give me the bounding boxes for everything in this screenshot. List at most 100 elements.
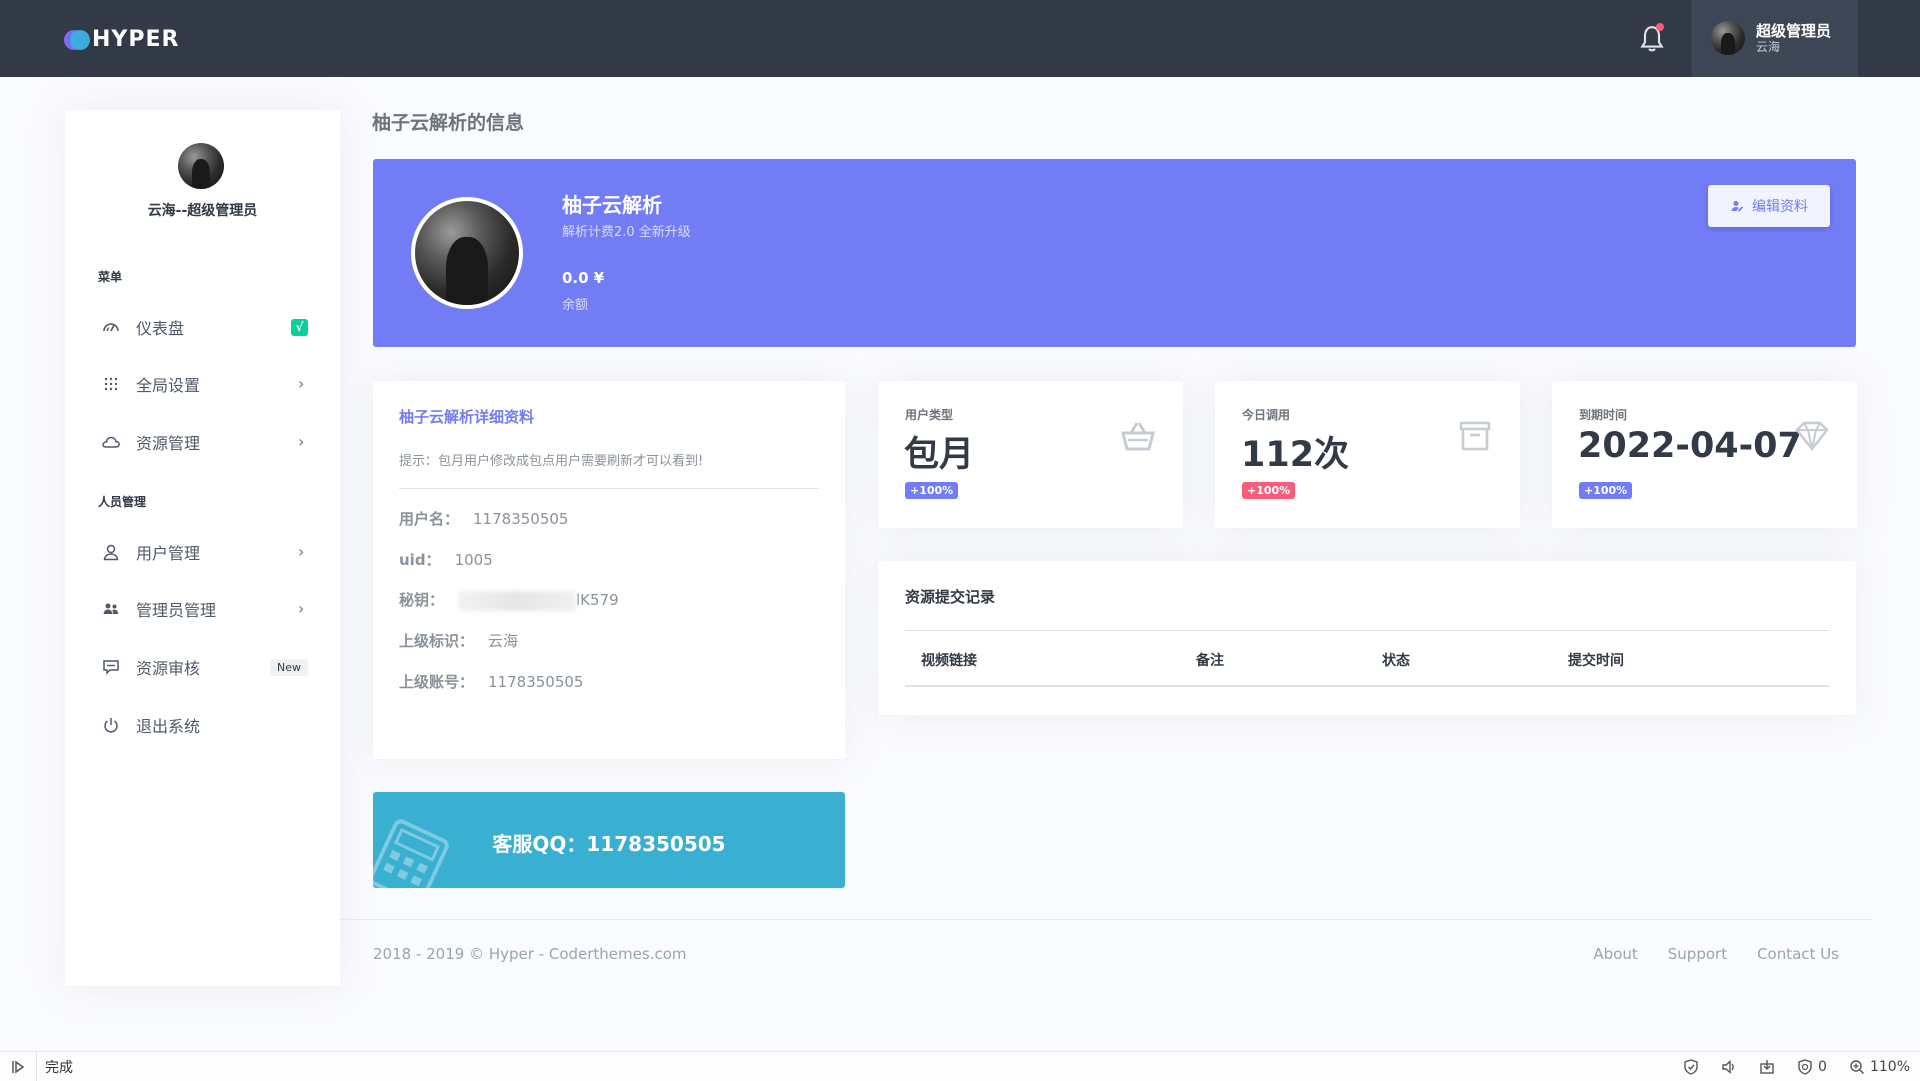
user-menu[interactable]: 超级管理员 云海 bbox=[1692, 0, 1858, 77]
speedometer-icon bbox=[100, 316, 122, 338]
stat-badge: +100% bbox=[1579, 482, 1633, 499]
sidebar-item-resource-management[interactable]: 资源管理 › bbox=[98, 422, 308, 462]
records-card: 资源提交记录 视频链接 备注 状态 提交时间 bbox=[878, 561, 1856, 715]
profile-banner: 柚子云解析 解析计费2.0 全新升级 0.0 ¥ 余额 编辑资料 bbox=[373, 159, 1856, 347]
user-icon bbox=[100, 541, 122, 563]
sidebar-item-label: 资源管理 bbox=[136, 434, 201, 453]
details-card: 柚子云解析详细资料 提示：包月用户修改成包点用户需要刷新才可以看到! 用户名： 1… bbox=[373, 381, 845, 759]
profile-avatar bbox=[411, 197, 523, 309]
sidebar-item-label: 全局设置 bbox=[136, 376, 201, 395]
logo[interactable]: HYPER bbox=[64, 27, 179, 52]
topbar: HYPER 超级管理员 云海 bbox=[0, 0, 1920, 77]
profile-subtitle: 解析计费2.0 全新升级 bbox=[562, 225, 691, 240]
message-icon bbox=[100, 656, 122, 678]
shield-icon[interactable] bbox=[1683, 1058, 1699, 1075]
avatar bbox=[1711, 21, 1745, 55]
adblock-count: 0 bbox=[1818, 1058, 1827, 1075]
notification-dot bbox=[1656, 23, 1664, 31]
detail-label: 上级账号： bbox=[399, 673, 475, 691]
footer-link-support[interactable]: Support bbox=[1668, 945, 1727, 963]
footer-divider bbox=[340, 919, 1872, 920]
support-qq-text: 客服QQ：1178350505 bbox=[492, 832, 726, 856]
redacted-blur bbox=[458, 590, 577, 611]
records-title: 资源提交记录 bbox=[905, 588, 996, 606]
sidebar-item-user-management[interactable]: 用户管理 › bbox=[98, 532, 308, 572]
balance-value: 0.0 ¥ bbox=[562, 269, 605, 287]
divider bbox=[905, 630, 1829, 631]
user-edit-icon bbox=[1731, 201, 1744, 212]
zoom-icon bbox=[1850, 1059, 1864, 1074]
grid-icon bbox=[100, 373, 122, 395]
browser-statusbar: 完成 0 110% bbox=[0, 1051, 1920, 1081]
sidebar-section-people: 人员管理 bbox=[98, 495, 147, 509]
sidebar-item-label: 用户管理 bbox=[136, 544, 201, 563]
logo-text: HYPER bbox=[92, 27, 180, 52]
detail-value: 1178350505 bbox=[473, 510, 569, 528]
sidebar-item-dashboard[interactable]: 仪表盘 √ bbox=[98, 307, 308, 347]
detail-value: lK579 bbox=[576, 591, 619, 609]
stat-label: 到期时间 bbox=[1579, 408, 1628, 422]
sidebar-item-label: 管理员管理 bbox=[136, 601, 217, 620]
detail-row-secret: 秘钥： lK579 bbox=[399, 589, 619, 611]
stat-value: 112次 bbox=[1241, 435, 1350, 475]
play-icon[interactable] bbox=[0, 1052, 37, 1081]
detail-row-parent-id: 上级标识： 云海 bbox=[399, 630, 518, 651]
stat-card-user-type: 用户类型 包月 +100% bbox=[878, 381, 1183, 528]
detail-row-username: 用户名： 1178350505 bbox=[399, 508, 568, 529]
user-subtitle: 云海 bbox=[1756, 40, 1781, 54]
detail-row-uid: uid： 1005 bbox=[399, 549, 493, 570]
detail-value: 1178350505 bbox=[488, 673, 584, 691]
adblock-icon bbox=[1798, 1058, 1812, 1075]
column-header-submit-time: 提交时间 bbox=[1568, 653, 1624, 669]
sidebar-item-label: 仪表盘 bbox=[136, 319, 185, 338]
stat-label: 今日调用 bbox=[1242, 408, 1291, 422]
detail-label: 秘钥： bbox=[399, 591, 445, 609]
speaker-icon[interactable] bbox=[1721, 1059, 1737, 1075]
details-tip: 提示：包月用户修改成包点用户需要刷新才可以看到! bbox=[399, 454, 704, 469]
sidebar-avatar bbox=[178, 143, 224, 189]
users-icon bbox=[100, 598, 122, 620]
details-title: 柚子云解析详细资料 bbox=[399, 408, 535, 426]
column-header-status: 状态 bbox=[1382, 653, 1410, 669]
footer-link-about[interactable]: About bbox=[1593, 945, 1637, 963]
sidebar-item-resource-review[interactable]: 资源审核 New bbox=[98, 647, 308, 687]
sidebar-item-global-settings[interactable]: 全局设置 › bbox=[98, 364, 308, 404]
stat-badge: +100% bbox=[905, 482, 959, 499]
cloud-icon bbox=[100, 431, 122, 453]
chevron-right-icon: › bbox=[298, 542, 305, 561]
zoom-control[interactable]: 110% bbox=[1849, 1059, 1910, 1075]
adblock-counter[interactable]: 0 bbox=[1797, 1059, 1827, 1075]
detail-label: 用户名： bbox=[399, 510, 460, 528]
detail-label: 上级标识： bbox=[399, 632, 475, 650]
download-box-icon[interactable] bbox=[1759, 1059, 1775, 1075]
sidebar-item-logout[interactable]: 退出系统 bbox=[98, 705, 308, 745]
footer-links: About Support Contact Us bbox=[1593, 945, 1839, 963]
profile-title: 柚子云解析 bbox=[562, 193, 662, 217]
stat-value: 2022-04-07 bbox=[1578, 426, 1802, 466]
column-header-note: 备注 bbox=[1196, 653, 1224, 669]
table-header-border bbox=[905, 685, 1829, 687]
sidebar-item-admin-management[interactable]: 管理员管理 › bbox=[98, 589, 308, 629]
sidebar-profile-name: 云海--超级管理员 bbox=[147, 203, 258, 219]
logo-mark-icon bbox=[64, 29, 92, 50]
stat-card-expiry: 到期时间 2022-04-07 +100% bbox=[1552, 381, 1857, 528]
stat-badge: +100% bbox=[1242, 482, 1296, 499]
archive-icon bbox=[1459, 421, 1491, 451]
detail-value: 1005 bbox=[454, 551, 493, 569]
detail-label: uid： bbox=[399, 551, 441, 569]
power-icon bbox=[100, 714, 122, 736]
edit-profile-label: 编辑资料 bbox=[1752, 199, 1808, 215]
sidebar-section-menu: 菜单 bbox=[98, 270, 123, 284]
stat-label: 用户类型 bbox=[905, 408, 954, 422]
divider bbox=[399, 488, 819, 489]
statusbar-right: 0 110% bbox=[1683, 1052, 1910, 1081]
edit-profile-button[interactable]: 编辑资料 bbox=[1708, 185, 1830, 227]
chevron-right-icon: › bbox=[298, 432, 305, 451]
chevron-right-icon: › bbox=[298, 374, 305, 393]
chevron-right-icon: › bbox=[298, 599, 305, 618]
column-header-video-link: 视频链接 bbox=[921, 653, 977, 669]
balance-label: 余额 bbox=[562, 298, 589, 313]
detail-row-parent-account: 上级账号： 1178350505 bbox=[399, 671, 583, 692]
footer-link-contact[interactable]: Contact Us bbox=[1757, 945, 1839, 963]
detail-value: 云海 bbox=[488, 632, 519, 650]
